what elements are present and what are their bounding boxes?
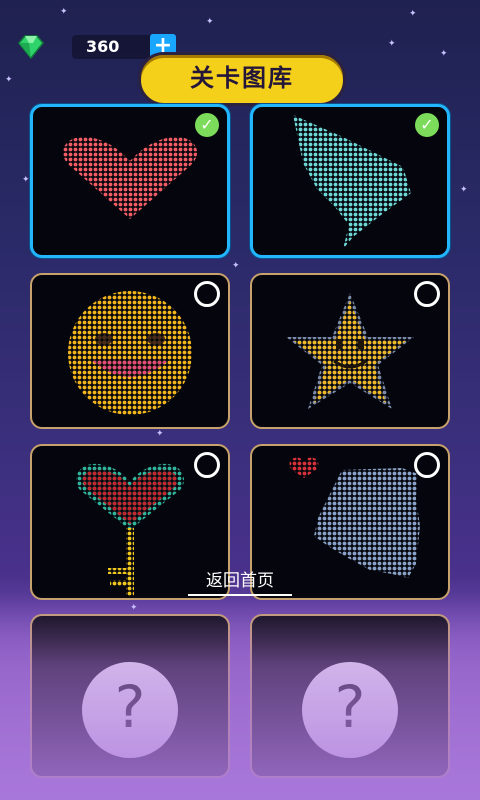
not-completed-circle-icon <box>194 281 220 307</box>
gem-counter: 360 + <box>14 34 176 60</box>
completed-check-icon: ✓ <box>415 113 439 137</box>
not-completed-circle-icon <box>414 281 440 307</box>
completed-check-icon: ✓ <box>195 113 219 137</box>
gem-count-display: 360 <box>72 35 154 59</box>
bottom-gradient-overlay <box>0 595 480 800</box>
green-gem-icon <box>18 35 44 59</box>
level-card-star[interactable] <box>250 273 450 429</box>
page-title: 关卡图库 <box>138 52 346 106</box>
not-completed-circle-icon <box>414 452 440 478</box>
back-home-link[interactable]: 返回首页 <box>188 570 292 596</box>
level-card-wing[interactable]: ✓ <box>250 104 450 258</box>
not-completed-circle-icon <box>194 452 220 478</box>
level-card-smiley[interactable] <box>30 273 230 429</box>
level-card-heart[interactable]: ✓ <box>30 104 230 258</box>
gem-count: 360 <box>86 37 120 56</box>
